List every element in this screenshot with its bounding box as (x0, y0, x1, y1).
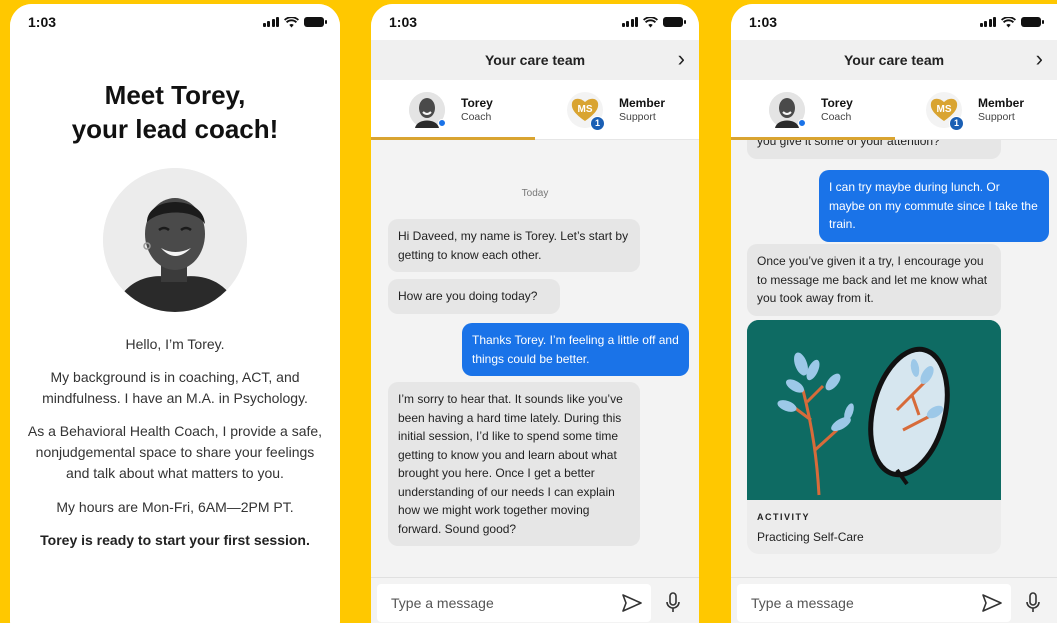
tab-member-support[interactable]: MS 1 Member Support (900, 80, 1057, 139)
intro-screen: 1:03 Meet Torey, your lead coach! Hello,… (10, 4, 340, 623)
chat-header-title: Your care team (843, 52, 945, 68)
avatar (409, 91, 446, 128)
tab-member-support[interactable]: MS 1 Member Support (541, 80, 699, 139)
status-bar: 1:03 (371, 4, 699, 40)
intro-background: My background is in coaching, ACT, and m… (42, 369, 308, 406)
date-divider: Today (521, 188, 549, 199)
chat-screen-start: 1:03 Your care team › Torey Coach MS 1 M… (371, 4, 699, 623)
wifi-icon (284, 16, 299, 27)
team-member-role: Coach (821, 110, 852, 123)
tab-coach-torey[interactable]: Torey Coach (731, 80, 900, 139)
send-icon[interactable] (981, 593, 1003, 613)
svg-text:MS: MS (578, 104, 593, 115)
care-team-tabs: Torey Coach MS 1 Member Support (731, 80, 1057, 140)
message-incoming: you give it some of your attention? (747, 140, 1001, 159)
team-member-name: Member (978, 95, 1025, 110)
signal-icon (621, 17, 638, 27)
message-list[interactable]: Today Hi Daveed, my name is Torey. Let’s… (371, 140, 699, 580)
battery-icon (663, 17, 686, 27)
message-composer: Type a message (731, 577, 1057, 623)
microphone-icon[interactable] (665, 591, 681, 614)
chat-screen-activity: 1:03 Your care team › Torey Coach MS 1 M… (731, 4, 1057, 623)
message-incoming: I’m sorry to hear that. It sounds like y… (388, 382, 640, 546)
team-member-role: Coach (461, 110, 492, 123)
signal-icon (262, 17, 279, 27)
activity-card[interactable]: ACTIVITY Practicing Self-Care (747, 320, 1001, 554)
status-time: 1:03 (389, 14, 418, 30)
chat-header[interactable]: Your care team › (731, 40, 1057, 80)
status-time: 1:03 (749, 14, 778, 30)
message-input[interactable]: Type a message (377, 583, 651, 622)
message-incoming: Hi Daveed, my name is Torey. Let’s start… (388, 219, 640, 272)
chat-header[interactable]: Your care team › (371, 40, 699, 80)
chevron-right-icon[interactable]: › (678, 48, 685, 70)
team-member-role: Support (619, 110, 656, 123)
svg-text:MS: MS (937, 104, 952, 115)
status-bar: 1:03 (10, 4, 340, 40)
wifi-icon (1001, 16, 1016, 27)
member-support-heart-icon: MS 1 (926, 91, 964, 131)
online-status-icon (798, 118, 806, 127)
message-input-placeholder: Type a message (391, 594, 494, 611)
intro-hello: Hello, I’m Torey. (125, 336, 225, 352)
member-support-heart-icon: MS 1 (567, 91, 605, 131)
chat-header-title: Your care team (484, 52, 586, 68)
send-icon[interactable] (621, 593, 643, 613)
chevron-right-icon[interactable]: › (1036, 48, 1043, 70)
unread-badge: 1 (590, 115, 605, 131)
message-input[interactable]: Type a message (737, 583, 1011, 622)
message-incoming: Once you’ve given it a try, I encourage … (747, 244, 1001, 316)
intro-role: As a Behavioral Health Coach, I provide … (27, 423, 323, 481)
tab-coach-torey[interactable]: Torey Coach (371, 80, 541, 139)
unread-badge: 1 (949, 115, 964, 131)
avatar (769, 91, 806, 128)
online-status-icon (438, 118, 446, 127)
team-member-name: Torey (821, 95, 853, 110)
activity-title: Practicing Self-Care (757, 530, 864, 544)
wifi-icon (643, 16, 658, 27)
intro-ready: Torey is ready to start your first sessi… (40, 532, 310, 548)
coach-photo (103, 168, 247, 312)
message-incoming: How are you doing today? (388, 279, 560, 314)
message-outgoing: I can try maybe during lunch. Or maybe o… (819, 170, 1049, 242)
battery-icon (304, 17, 327, 27)
status-time: 1:03 (28, 14, 57, 30)
status-bar: 1:03 (731, 4, 1057, 40)
care-team-tabs: Torey Coach MS 1 Member Support (371, 80, 699, 140)
message-input-placeholder: Type a message (751, 594, 854, 611)
intro-hours: My hours are Mon-Fri, 6AM—2PM PT. (56, 499, 294, 515)
microphone-icon[interactable] (1025, 591, 1041, 614)
activity-kicker: ACTIVITY (757, 512, 811, 522)
team-member-name: Member (619, 95, 666, 110)
message-composer: Type a message (371, 577, 699, 623)
message-outgoing: Thanks Torey. I’m feeling a little off a… (462, 323, 689, 376)
team-member-name: Torey (461, 95, 493, 110)
signal-icon (979, 17, 996, 27)
page-title: Meet Torey, your lead coach! (71, 80, 279, 144)
team-member-role: Support (978, 110, 1015, 123)
battery-icon (1021, 17, 1044, 27)
activity-illustration (747, 320, 1001, 500)
